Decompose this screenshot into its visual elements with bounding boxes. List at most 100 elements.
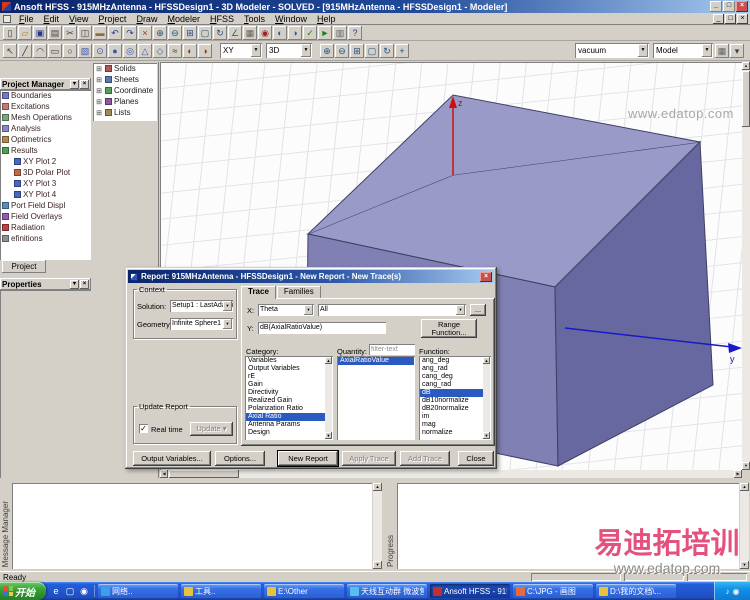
scroll-up-icon[interactable]: ▲ <box>483 357 490 364</box>
chevron-down-icon[interactable]: ▼ <box>301 44 311 57</box>
function-item[interactable]: im <box>420 413 483 421</box>
modeler-item-sheets[interactable]: ⊞ Sheets <box>93 74 157 85</box>
task-paint[interactable]: C:\JPG - 画图 <box>513 584 593 598</box>
open-icon[interactable]: ▱ <box>18 26 32 40</box>
draw-sphere-icon[interactable]: ● <box>108 44 122 58</box>
expand-icon[interactable]: ⊞ <box>95 109 103 117</box>
output-variables-button[interactable]: Output Variables... <box>133 451 211 466</box>
category-item[interactable]: Axial Ratio <box>246 413 325 421</box>
message-manager-content[interactable] <box>12 483 372 569</box>
tree-item-analysis[interactable]: Analysis <box>0 123 91 134</box>
fit-all-icon[interactable]: ▢ <box>365 44 379 58</box>
view-combo[interactable]: 3D ▼ <box>266 43 312 58</box>
x-browse-button[interactable]: ... <box>470 304 486 316</box>
draw-box-icon[interactable]: ▧ <box>78 44 92 58</box>
chevron-down-icon[interactable]: ▼ <box>251 44 261 57</box>
chevron-down-icon[interactable]: ▼ <box>638 44 648 57</box>
material-grid-icon[interactable]: ▦ <box>715 44 729 58</box>
task-hfss[interactable]: Ansoft HFSS - 915MH... <box>430 584 510 598</box>
panel-close-icon[interactable]: × <box>80 280 89 289</box>
tree-item-results[interactable]: Results <box>0 145 91 156</box>
solution-combo[interactable]: Setup1 : LastAdaptive ▼ <box>170 300 233 312</box>
redo-icon[interactable]: ↷ <box>123 26 137 40</box>
paste-icon[interactable]: ▬ <box>93 26 107 40</box>
scroll-down-icon[interactable]: ▼ <box>483 432 490 439</box>
tab-trace[interactable]: Trace <box>241 286 276 299</box>
function-item[interactable]: ang_rad <box>420 365 483 373</box>
modeler-item-solids[interactable]: ⊞ Solids <box>93 63 157 74</box>
task-tools[interactable]: 工具.. <box>181 584 261 598</box>
tree-item-xy-plot-3[interactable]: XY Plot 3 <box>0 178 91 189</box>
report-dialog-close-button[interactable]: × <box>480 272 492 282</box>
close-button[interactable]: × <box>736 1 748 12</box>
minimize-button[interactable]: _ <box>710 1 722 12</box>
draw-cone-icon[interactable]: △ <box>138 44 152 58</box>
validate-icon[interactable]: ✓ <box>303 26 317 40</box>
snap-icon[interactable]: ◉ <box>258 26 272 40</box>
real-time-checkbox[interactable]: ✓ <box>139 424 148 433</box>
viewport-vertical-scrollbar[interactable]: ▲ ▼ <box>742 62 750 470</box>
mdi-close-button[interactable]: × <box>737 14 748 24</box>
undo-icon[interactable]: ↶ <box>108 26 122 40</box>
mdi-restore-button[interactable]: □ <box>725 14 736 24</box>
project-tab[interactable]: Project <box>2 260 46 273</box>
task-network[interactable]: 网络.. <box>98 584 178 598</box>
draw-ellipse-icon[interactable]: ○ <box>63 44 77 58</box>
rotate-view-icon[interactable]: ↻ <box>380 44 394 58</box>
tree-item-excitations[interactable]: Excitations <box>0 101 91 112</box>
measure-icon[interactable]: ∠ <box>228 26 242 40</box>
modeler-item-coordinate[interactable]: ⊞ Coordinate <box>93 85 157 96</box>
mdi-minimize-button[interactable]: _ <box>713 14 724 24</box>
system-tray[interactable]: ♪ ◉ <box>714 582 750 600</box>
menu-item[interactable]: Modeler <box>162 14 205 24</box>
draw-arc-icon[interactable]: ◠ <box>33 44 47 58</box>
tree-item-port-field-display[interactable]: Port Field Displ <box>0 200 91 211</box>
scroll-up-icon[interactable]: ▲ <box>325 357 332 364</box>
category-item[interactable]: Realized Gain <box>246 397 325 405</box>
expand-icon[interactable]: ⊞ <box>95 87 103 95</box>
zoom-window-icon[interactable]: ⊞ <box>350 44 364 58</box>
zoom-window-icon[interactable]: ⊞ <box>183 26 197 40</box>
tray-icon[interactable]: ♪ <box>726 587 730 596</box>
boolean-subtract-icon[interactable]: ◐ <box>183 44 197 58</box>
category-item[interactable]: Directivity <box>246 389 325 397</box>
options-button[interactable]: Options... <box>215 451 265 466</box>
chevron-down-icon[interactable]: ▼ <box>304 305 313 315</box>
new-icon[interactable]: ▯ <box>3 26 17 40</box>
scroll-down-icon[interactable]: ▼ <box>740 561 749 569</box>
panel-menu-icon[interactable]: ▾ <box>70 80 79 89</box>
scrollbar-thumb[interactable] <box>742 71 750 127</box>
message-manager-scrollbar[interactable]: ▲ ▼ <box>373 483 382 569</box>
grid-icon[interactable]: ▦ <box>243 26 257 40</box>
scroll-down-icon[interactable]: ▼ <box>742 462 750 470</box>
menu-item[interactable]: Help <box>312 14 341 24</box>
history-dropdown-icon[interactable]: ▾ <box>730 44 744 58</box>
project-manager-titlebar[interactable]: Project Manager ▾ × <box>0 78 91 90</box>
category-listbox[interactable]: VariablesOutput VariablesrEGainDirectivi… <box>245 356 333 440</box>
scroll-right-icon[interactable]: ▶ <box>734 470 742 478</box>
modeler-item-lists[interactable]: ⊞ Lists <box>93 107 157 118</box>
function-item[interactable]: dB10normalize <box>420 397 483 405</box>
subtract-icon[interactable]: ◐ <box>273 26 287 40</box>
scroll-down-icon[interactable]: ▼ <box>373 561 382 569</box>
window-titlebar[interactable]: Ansoft HFSS - 915MHzAntenna - HFSSDesign… <box>0 0 750 13</box>
panel-close-icon[interactable]: × <box>80 80 89 89</box>
menu-item[interactable]: Tools <box>239 14 270 24</box>
category-item[interactable]: Gain <box>246 381 325 389</box>
sweep-icon[interactable]: ≈ <box>168 44 182 58</box>
menu-item[interactable]: HFSS <box>205 14 239 24</box>
rotate-view-icon[interactable]: ↻ <box>213 26 227 40</box>
tree-item-boundaries[interactable]: Boundaries <box>0 90 91 101</box>
menu-item[interactable]: Edit <box>39 14 65 24</box>
menu-item[interactable]: Window <box>270 14 312 24</box>
chevron-down-icon[interactable]: ▼ <box>702 44 712 57</box>
menu-item[interactable]: Project <box>93 14 131 24</box>
unite-icon[interactable]: ◑ <box>288 26 302 40</box>
scroll-up-icon[interactable]: ▲ <box>373 483 382 491</box>
category-item[interactable]: Polarization Ratio <box>246 405 325 413</box>
new-report-button[interactable]: New Report <box>278 451 338 466</box>
range-function-button[interactable]: Range Function... <box>421 319 477 338</box>
draw-cylinder-icon[interactable]: ⊙ <box>93 44 107 58</box>
print-icon[interactable]: ▤ <box>48 26 62 40</box>
draw-polyhedron-icon[interactable]: ◇ <box>153 44 167 58</box>
